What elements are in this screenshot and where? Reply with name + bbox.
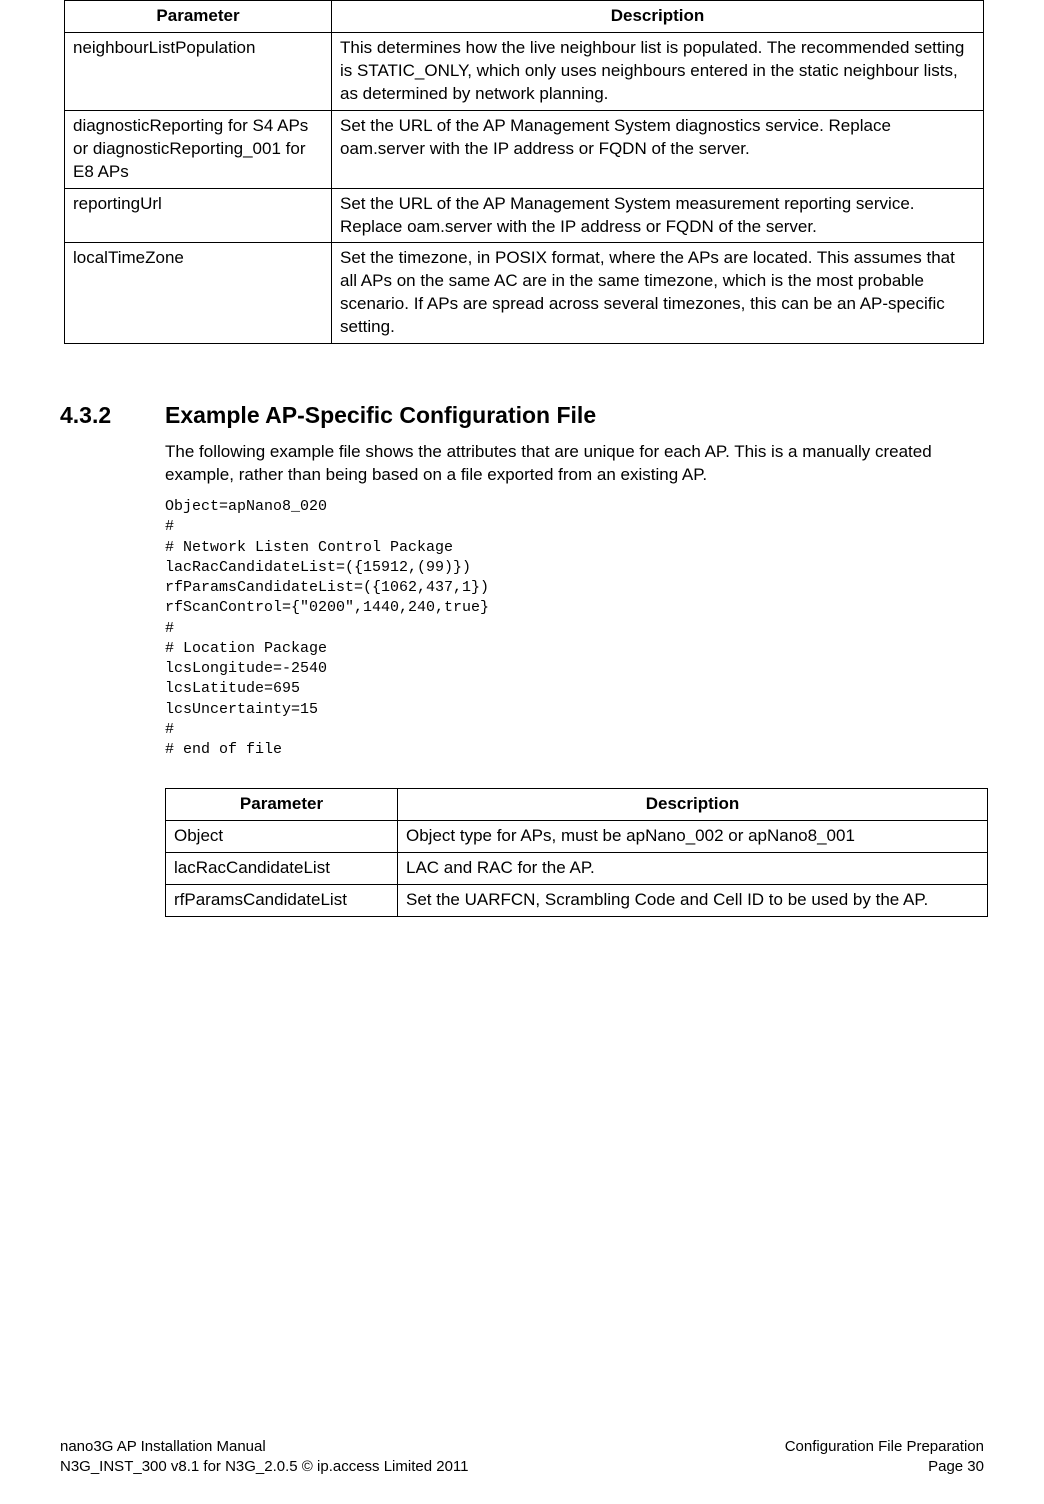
table1-header-description: Description: [332, 1, 984, 33]
page-footer: nano3G AP Installation Manual Configurat…: [60, 1437, 984, 1476]
table-row: rfParamsCandidateList Set the UARFCN, Sc…: [166, 885, 988, 917]
footer-page-number: Page 30: [928, 1457, 984, 1477]
section-number: 4.3.2: [60, 402, 165, 429]
table-row: localTimeZone Set the timezone, in POSIX…: [65, 243, 984, 344]
param-cell: rfParamsCandidateList: [166, 885, 398, 917]
desc-cell: LAC and RAC for the AP.: [398, 853, 988, 885]
param-cell: neighbourListPopulation: [65, 32, 332, 110]
param-cell: localTimeZone: [65, 243, 332, 344]
parameter-table-2: Parameter Description Object Object type…: [165, 788, 988, 917]
param-cell: lacRacCandidateList: [166, 853, 398, 885]
code-block: Object=apNano8_020 # # Network Listen Co…: [165, 497, 984, 760]
table2-header-description: Description: [398, 789, 988, 821]
table2-header-parameter: Parameter: [166, 789, 398, 821]
desc-cell: This determines how the live neighbour l…: [332, 32, 984, 110]
table-row: neighbourListPopulation This determines …: [65, 32, 984, 110]
desc-cell: Set the URL of the AP Management System …: [332, 110, 984, 188]
table-row: diagnosticReporting for S4 APs or diagno…: [65, 110, 984, 188]
parameter-table-1: Parameter Description neighbourListPopul…: [64, 0, 984, 344]
desc-cell: Set the URL of the AP Management System …: [332, 188, 984, 243]
table-row: reportingUrl Set the URL of the AP Manag…: [65, 188, 984, 243]
table1-header-parameter: Parameter: [65, 1, 332, 33]
desc-cell: Set the UARFCN, Scrambling Code and Cell…: [398, 885, 988, 917]
param-cell: diagnosticReporting for S4 APs or diagno…: [65, 110, 332, 188]
section-heading: 4.3.2 Example AP-Specific Configuration …: [60, 402, 984, 429]
section-body: The following example file shows the att…: [165, 441, 984, 487]
table-row: Object Object type for APs, must be apNa…: [166, 821, 988, 853]
param-cell: reportingUrl: [65, 188, 332, 243]
footer-version: N3G_INST_300 v8.1 for N3G_2.0.5 © ip.acc…: [60, 1457, 469, 1477]
footer-section-title: Configuration File Preparation: [785, 1437, 984, 1457]
table-row: lacRacCandidateList LAC and RAC for the …: [166, 853, 988, 885]
section-title: Example AP-Specific Configuration File: [165, 402, 596, 429]
param-cell: Object: [166, 821, 398, 853]
desc-cell: Object type for APs, must be apNano_002 …: [398, 821, 988, 853]
footer-doc-title: nano3G AP Installation Manual: [60, 1437, 266, 1457]
desc-cell: Set the timezone, in POSIX format, where…: [332, 243, 984, 344]
